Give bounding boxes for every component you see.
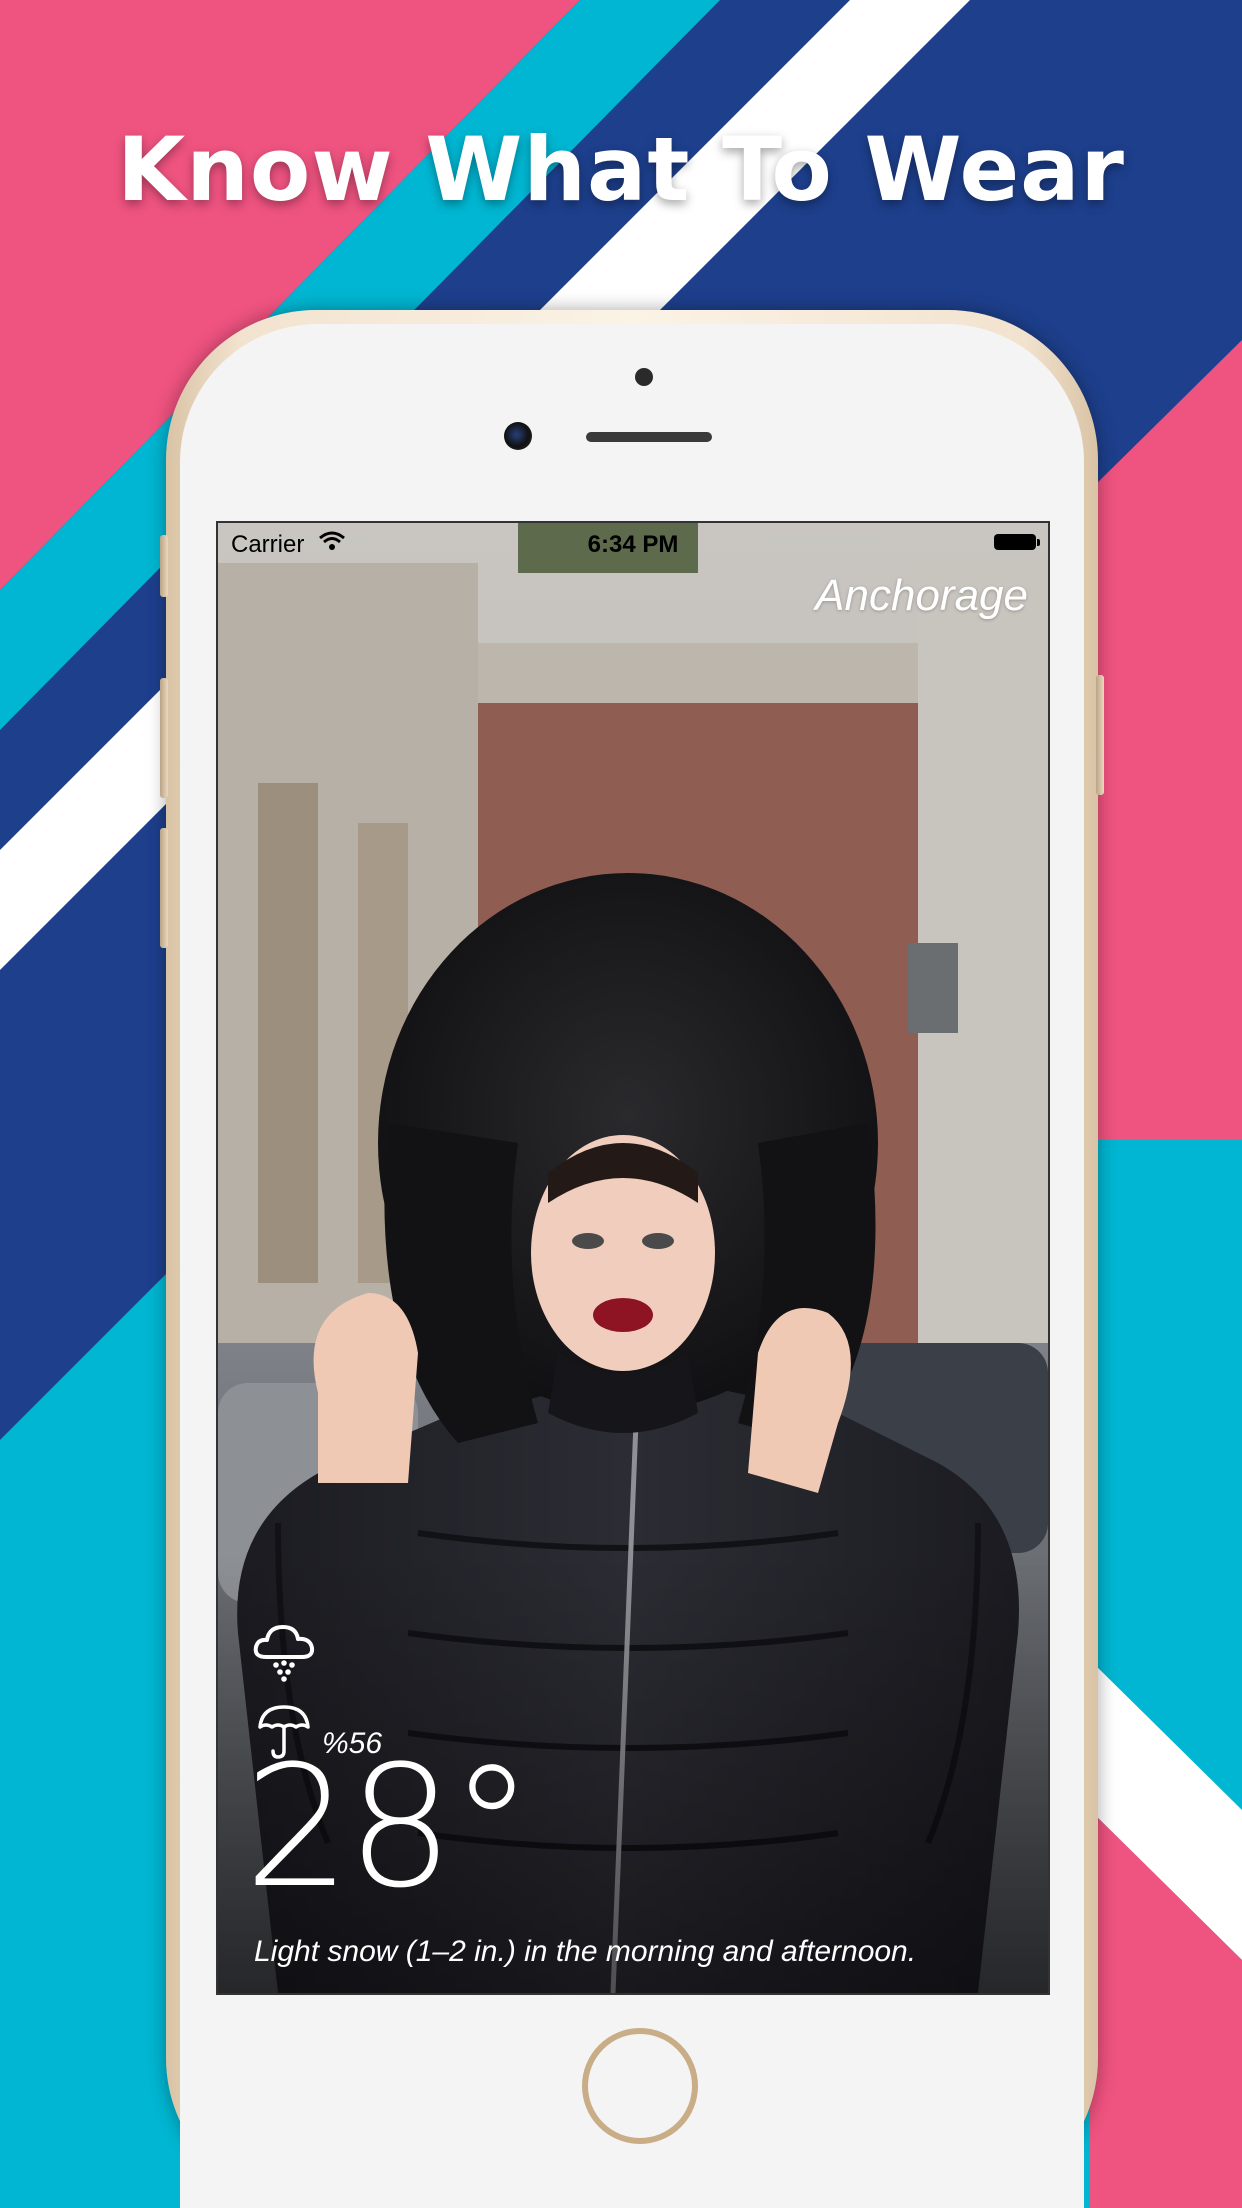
- front-camera: [504, 422, 532, 450]
- snow-cloud-icon: [253, 1625, 315, 1682]
- volume-down-button: [160, 828, 168, 948]
- volume-up-button: [160, 678, 168, 798]
- app-store-promo-screen: Know What To Wear Carrier 6:34 PM Anchor…: [0, 0, 1242, 2208]
- promo-headline: Know What To Wear: [117, 118, 1125, 221]
- status-time: 6:34 PM: [587, 531, 679, 558]
- current-temperature: 28°: [244, 1729, 534, 1925]
- power-button: [1096, 675, 1104, 795]
- battery-icon: [994, 534, 1040, 550]
- forecast-summary: Light snow (1–2 in.) in the morning and …: [254, 1935, 917, 1968]
- home-button[interactable]: [582, 2028, 698, 2144]
- city-name[interactable]: Anchorage: [815, 571, 1028, 621]
- phone-screen: Carrier 6:34 PM Anchorage %56 28° Light …: [216, 521, 1050, 1995]
- mute-switch: [160, 535, 168, 597]
- status-bar: Carrier 6:34 PM: [218, 523, 1048, 563]
- proximity-sensor: [635, 368, 653, 386]
- earpiece-speaker: [586, 432, 712, 442]
